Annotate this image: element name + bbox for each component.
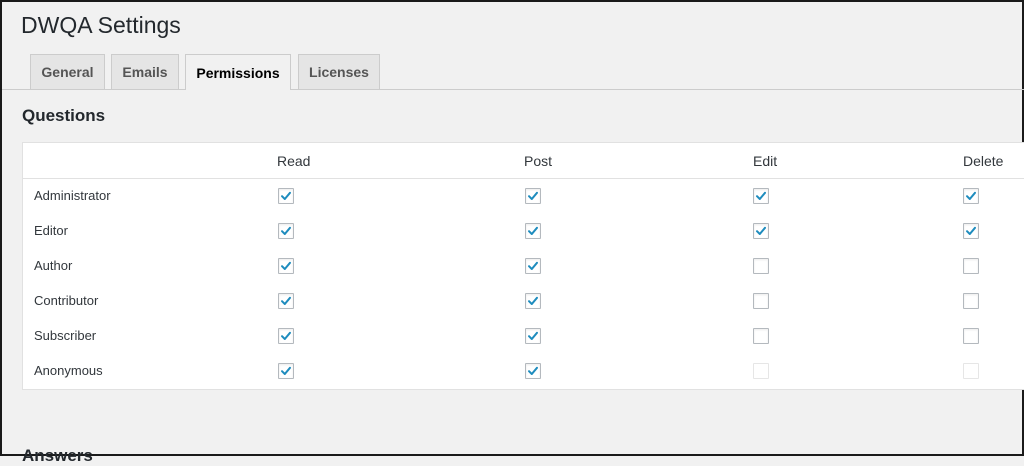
checkmark-icon xyxy=(966,191,976,200)
checkbox-subscriber-edit[interactable] xyxy=(753,328,769,344)
tab-permissions[interactable]: Permissions xyxy=(185,54,291,90)
table-row: Subscriber xyxy=(23,318,1024,353)
checkbox-anonymous-edit xyxy=(753,363,769,379)
checkbox-anonymous-post[interactable] xyxy=(525,363,541,379)
checkbox-anonymous-delete xyxy=(963,363,979,379)
checkbox-contributor-read[interactable] xyxy=(278,293,294,309)
checkbox-contributor-edit[interactable] xyxy=(753,293,769,309)
table-row: Author xyxy=(23,248,1024,283)
checkbox-subscriber-post[interactable] xyxy=(525,328,541,344)
table-header: Read Post Edit Delete xyxy=(23,143,1024,179)
questions-permissions-table: Read Post Edit Delete Administrator Edito… xyxy=(22,142,1024,390)
role-label: Anonymous xyxy=(34,363,103,378)
table-row: Contributor xyxy=(23,283,1024,318)
questions-section-title: Questions xyxy=(22,106,106,125)
checkbox-subscriber-delete[interactable] xyxy=(963,328,979,344)
checkbox-editor-read[interactable] xyxy=(278,223,294,239)
checkbox-administrator-delete[interactable] xyxy=(963,188,979,204)
role-label: Administrator xyxy=(34,188,111,203)
page-title: DWQA Settings xyxy=(21,12,181,38)
checkmark-icon xyxy=(528,331,538,340)
answers-section-title: Answers xyxy=(22,446,93,465)
tab-licenses[interactable]: Licenses xyxy=(298,54,380,89)
table-row: Editor xyxy=(23,213,1024,248)
checkbox-editor-post[interactable] xyxy=(525,223,541,239)
settings-tabs: General Emails Permissions Licenses xyxy=(2,54,1024,90)
checkmark-icon xyxy=(528,261,538,270)
checkbox-anonymous-read[interactable] xyxy=(278,363,294,379)
tab-emails[interactable]: Emails xyxy=(111,54,179,89)
role-label: Editor xyxy=(34,223,68,238)
checkbox-contributor-delete[interactable] xyxy=(963,293,979,309)
checkbox-editor-delete[interactable] xyxy=(963,223,979,239)
checkmark-icon xyxy=(528,226,538,235)
checkbox-subscriber-read[interactable] xyxy=(278,328,294,344)
checkmark-icon xyxy=(756,226,766,235)
role-label: Contributor xyxy=(34,293,99,308)
checkbox-administrator-read[interactable] xyxy=(278,188,294,204)
checkmark-icon xyxy=(528,366,538,375)
column-header-read: Read xyxy=(277,153,311,169)
column-header-edit: Edit xyxy=(753,153,778,169)
checkmark-icon xyxy=(528,191,538,200)
checkbox-author-post[interactable] xyxy=(525,258,541,274)
table-row: Administrator xyxy=(23,178,1024,213)
role-label: Author xyxy=(34,258,73,273)
table-row: Anonymous xyxy=(23,353,1024,388)
column-header-delete: Delete xyxy=(963,153,1004,169)
tab-general[interactable]: General xyxy=(30,54,105,89)
checkmark-icon xyxy=(281,331,291,340)
checkmark-icon xyxy=(281,296,291,305)
checkmark-icon xyxy=(281,261,291,270)
checkbox-administrator-post[interactable] xyxy=(525,188,541,204)
column-header-post: Post xyxy=(524,153,553,169)
checkbox-author-edit[interactable] xyxy=(753,258,769,274)
checkmark-icon xyxy=(528,296,538,305)
checkmark-icon xyxy=(281,226,291,235)
checkmark-icon xyxy=(281,191,291,200)
checkmark-icon xyxy=(281,366,291,375)
checkbox-administrator-edit[interactable] xyxy=(753,188,769,204)
checkbox-author-read[interactable] xyxy=(278,258,294,274)
checkmark-icon xyxy=(966,226,976,235)
checkbox-contributor-post[interactable] xyxy=(525,293,541,309)
checkbox-author-delete[interactable] xyxy=(963,258,979,274)
role-label: Subscriber xyxy=(34,328,97,343)
checkmark-icon xyxy=(756,191,766,200)
checkbox-editor-edit[interactable] xyxy=(753,223,769,239)
